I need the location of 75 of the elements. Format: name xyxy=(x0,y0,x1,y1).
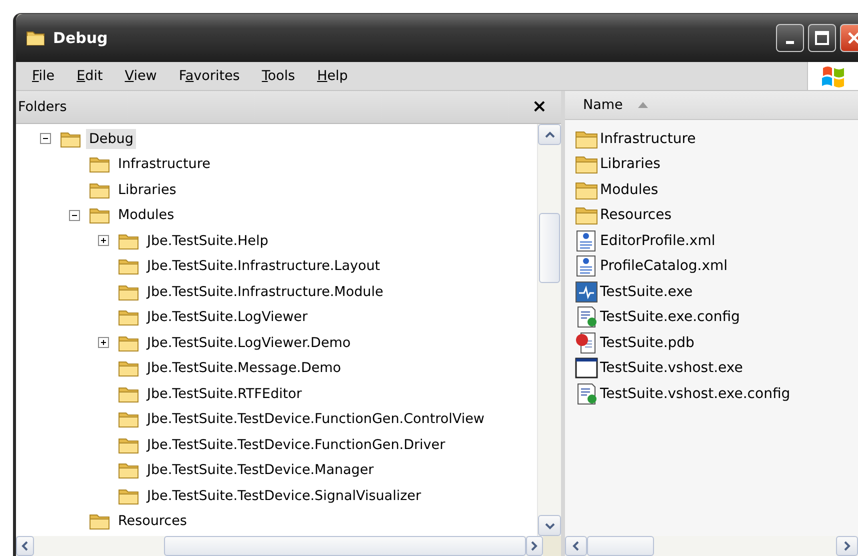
file-name[interactable]: TestSuite.exe.config xyxy=(600,309,740,326)
folder-icon xyxy=(60,130,82,148)
scroll-thumb[interactable] xyxy=(164,536,526,556)
folder-icon xyxy=(118,359,140,378)
expand-toggle[interactable] xyxy=(98,235,109,246)
file-name[interactable]: Libraries xyxy=(600,156,660,172)
folder-icon xyxy=(118,282,140,301)
tree-item[interactable]: Resources xyxy=(115,511,190,532)
scroll-right-icon xyxy=(530,541,538,551)
file-name[interactable]: EditorProfile.xml xyxy=(600,232,716,249)
tree-item[interactable]: Jbe.TestSuite.TestDevice.Manager xyxy=(144,460,377,480)
menu-item[interactable]: Help xyxy=(309,66,356,86)
tree-item[interactable]: Jbe.TestSuite.TestDevice.FunctionGen.Driver xyxy=(144,434,448,455)
horizontal-scrollbar[interactable] xyxy=(565,536,858,556)
file-name[interactable]: TestSuite.pdb xyxy=(600,334,694,351)
expand-toggle[interactable] xyxy=(98,337,109,348)
tree-item[interactable]: Jbe.TestSuite.LogViewer xyxy=(144,307,311,328)
scroll-left-icon xyxy=(572,541,580,551)
menu-item[interactable]: Tools xyxy=(254,66,304,86)
menu-item[interactable]: View xyxy=(116,66,165,86)
scroll-up-icon xyxy=(544,130,554,138)
collapse-toggle[interactable] xyxy=(40,133,51,144)
scroll-thumb[interactable] xyxy=(587,536,654,556)
folder-icon xyxy=(118,257,140,276)
file-name[interactable]: TestSuite.vshost.exe.config xyxy=(600,386,790,402)
tree-item[interactable]: Jbe.TestSuite.LogViewer.Demo xyxy=(144,332,354,353)
folder-icon xyxy=(89,180,111,199)
scroll-right-icon xyxy=(843,541,851,551)
file-name[interactable]: Infrastructure xyxy=(600,130,696,147)
tree-item[interactable]: Debug xyxy=(86,128,136,149)
tree-item[interactable]: Jbe.TestSuite.TestDevice.SignalVisualizer xyxy=(144,486,424,506)
tree-item[interactable]: Jbe.TestSuite.RTFEditor xyxy=(144,384,305,404)
minimize-icon xyxy=(786,40,794,44)
folder-icon xyxy=(118,486,140,505)
tree-item[interactable]: Jbe.TestSuite.Infrastructure.Module xyxy=(144,282,386,302)
minimize-button[interactable] xyxy=(776,24,804,52)
maximize-button[interactable] xyxy=(808,24,836,52)
folder-icon xyxy=(89,206,111,224)
folder-icon xyxy=(89,512,111,530)
folder-icon xyxy=(118,384,140,403)
pane-title: Folders xyxy=(18,99,67,115)
folder-icon xyxy=(118,436,140,454)
maximize-icon xyxy=(815,31,829,45)
tree-item[interactable]: Infrastructure xyxy=(115,154,214,174)
close-icon xyxy=(847,31,858,45)
folder-icon xyxy=(89,155,111,174)
scrollbar-corner xyxy=(543,536,562,556)
tree-item[interactable]: Jbe.TestSuite.Infrastructure.Layout xyxy=(144,256,384,276)
menu-item[interactable]: Favorites xyxy=(170,66,248,86)
folder-icon xyxy=(118,232,140,250)
collapse-toggle[interactable] xyxy=(69,210,80,221)
horizontal-scrollbar[interactable] xyxy=(16,536,561,556)
scroll-left-icon xyxy=(20,541,29,551)
folder-icon xyxy=(118,334,140,352)
tree-item[interactable]: Libraries xyxy=(115,180,180,200)
vertical-scrollbar[interactable] xyxy=(537,124,561,536)
file-name[interactable]: ProfileCatalog.xml xyxy=(600,258,728,274)
tree-item[interactable]: Jbe.TestSuite.Help xyxy=(144,230,272,251)
file-name[interactable]: TestSuite.exe xyxy=(600,284,693,300)
folder-icon xyxy=(118,410,140,428)
file-name[interactable]: TestSuite.vshost.exe xyxy=(600,360,743,376)
folder-icon xyxy=(118,308,140,326)
folder-icon xyxy=(26,29,46,47)
scroll-down-icon xyxy=(544,522,554,530)
menu-item[interactable]: Edit xyxy=(68,66,111,86)
tree-item[interactable]: Jbe.TestSuite.Message.Demo xyxy=(144,358,344,378)
tree-item[interactable]: Modules xyxy=(115,205,178,226)
window-title: Debug xyxy=(53,29,108,47)
tree-item[interactable]: Jbe.TestSuite.TestDevice.FunctionGen.ControlView xyxy=(144,409,488,430)
close-pane-button[interactable]: × xyxy=(530,98,549,116)
folder-icon xyxy=(118,461,140,480)
file-name[interactable]: Modules xyxy=(600,182,658,198)
scroll-thumb[interactable] xyxy=(539,213,560,283)
file-name[interactable]: Resources xyxy=(600,207,672,224)
menu-item[interactable]: File xyxy=(24,66,63,86)
